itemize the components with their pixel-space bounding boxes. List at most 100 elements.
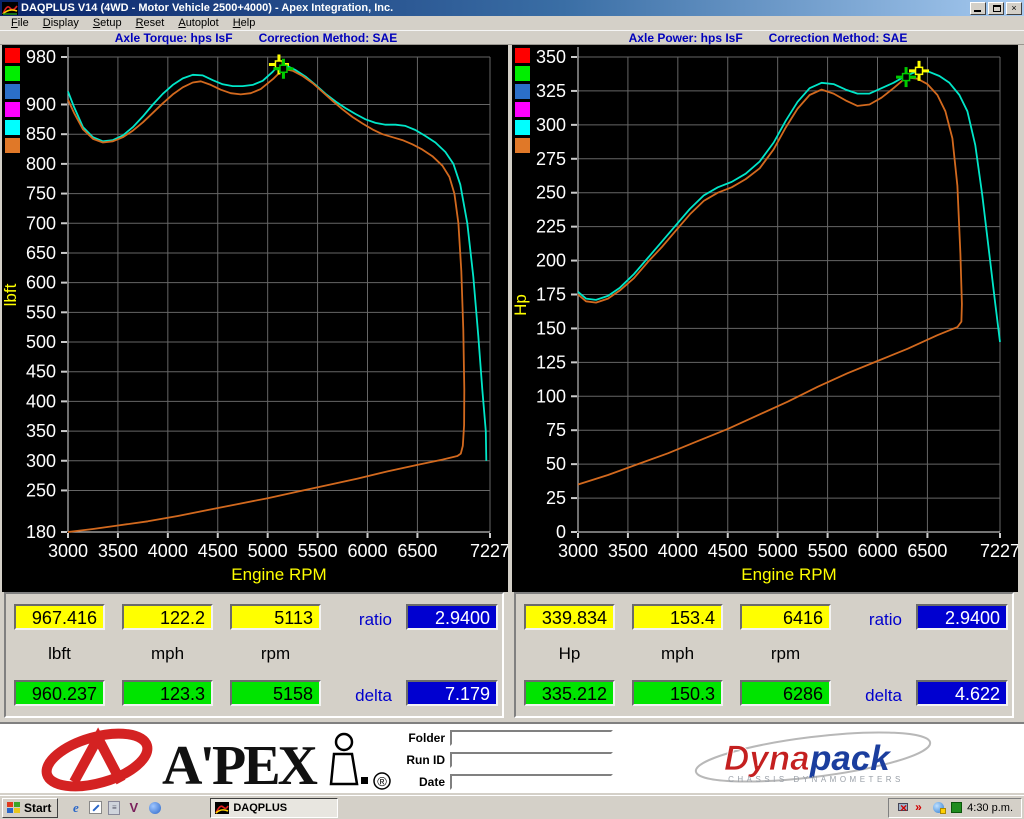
- legend-swatch-3[interactable]: [515, 102, 530, 117]
- torque-current-value: 960.237: [14, 680, 105, 706]
- svg-text:250: 250: [536, 183, 566, 203]
- svg-text:650: 650: [26, 243, 56, 263]
- menu-autoplot[interactable]: Autoplot: [171, 17, 225, 29]
- power-peak-value: 339.834: [524, 604, 615, 630]
- svg-text:300: 300: [26, 451, 56, 471]
- power-correction-method: Correction Method: SAE: [769, 31, 908, 45]
- power-chart-title: Axle Power: hps IsF: [629, 31, 743, 45]
- start-button[interactable]: Start: [2, 798, 58, 818]
- power-peak-rpm: 6416: [740, 604, 831, 630]
- menu-setup[interactable]: Setup: [86, 17, 129, 29]
- torque-plot[interactable]: lbft 98090085080075070065060055050045040…: [2, 45, 508, 592]
- torque-correction-method: Correction Method: SAE: [259, 31, 398, 45]
- svg-text:6000: 6000: [347, 541, 387, 561]
- torque-ratio-label: ratio: [334, 610, 392, 630]
- restore-button[interactable]: [988, 2, 1004, 15]
- svg-text:5000: 5000: [758, 541, 798, 561]
- apexi-i-head: [336, 734, 352, 750]
- legend-swatch-2[interactable]: [5, 84, 20, 99]
- svg-text:3000: 3000: [558, 541, 598, 561]
- svg-text:6500: 6500: [907, 541, 947, 561]
- menu-display[interactable]: Display: [36, 17, 86, 29]
- svg-text:850: 850: [26, 124, 56, 144]
- torque-chart-title: Axle Torque: hps IsF: [115, 31, 233, 45]
- minimize-button[interactable]: [970, 2, 986, 15]
- update-notifier-icon[interactable]: [933, 801, 946, 814]
- legend-swatch-0[interactable]: [5, 48, 20, 63]
- date-label: Date: [390, 775, 450, 789]
- runid-input[interactable]: [450, 752, 613, 768]
- messenger-icon[interactable]: [147, 800, 162, 815]
- dynapack-caption: CHASSIS DYNAMOMETERS: [728, 775, 904, 784]
- taskbar: Start e ≡ V DAQPLUS × »: [0, 795, 1024, 819]
- power-corrected: [578, 71, 1000, 342]
- svg-text:800: 800: [26, 154, 56, 174]
- svg-text:600: 600: [26, 273, 56, 293]
- torque-delta-label: delta: [334, 686, 392, 706]
- legend-swatch-5[interactable]: [515, 138, 530, 153]
- svg-text:100: 100: [536, 386, 566, 406]
- legend-swatch-3[interactable]: [5, 102, 20, 117]
- title-bar: DAQPLUS V14 (4WD - Motor Vehicle 2500+40…: [0, 0, 1024, 16]
- offline-status-icon[interactable]: ×: [897, 801, 910, 814]
- svg-text:500: 500: [26, 332, 56, 352]
- desktop-shortcut-icon[interactable]: [89, 801, 102, 814]
- torque-readout-panel: 967.416 122.2 5113 ratio 2.9400 lbft mph…: [4, 592, 504, 718]
- windows-logo-icon: [7, 802, 21, 814]
- svg-text:3500: 3500: [608, 541, 648, 561]
- power-plot[interactable]: Hp 3503253002752502252001751501251007550…: [512, 45, 1018, 592]
- power-readout-panel: 339.834 153.4 6416 ratio 2.9400 Hp mph r…: [514, 592, 1014, 718]
- menu-file[interactable]: File: [4, 17, 36, 29]
- svg-text:7227: 7227: [470, 541, 508, 561]
- folder-label: Folder: [390, 731, 450, 745]
- legend-swatch-5[interactable]: [5, 138, 20, 153]
- svg-text:75: 75: [546, 420, 566, 440]
- svg-text:125: 125: [536, 352, 566, 372]
- torque-current-rpm: 5158: [230, 680, 321, 706]
- start-label: Start: [24, 801, 51, 815]
- close-button[interactable]: ×: [1006, 2, 1022, 15]
- restore-icon: [993, 5, 1001, 12]
- media-player-icon[interactable]: V: [126, 800, 141, 815]
- safety-monitor-icon[interactable]: [951, 802, 962, 813]
- svg-text:350: 350: [26, 421, 56, 441]
- app-icon: [2, 2, 18, 15]
- torque-peak-value: 967.416: [14, 604, 105, 630]
- svg-text:50: 50: [546, 454, 566, 474]
- legend-swatch-4[interactable]: [5, 120, 20, 135]
- legend-swatch-0[interactable]: [515, 48, 530, 63]
- menu-reset[interactable]: Reset: [129, 17, 172, 29]
- power-delta-label: delta: [844, 686, 902, 706]
- internet-explorer-icon[interactable]: e: [68, 800, 83, 815]
- power-current-value: 335.212: [524, 680, 615, 706]
- dynapack-pack: pack: [809, 739, 891, 778]
- torque-reference: [68, 69, 464, 532]
- apex-wordmark: A'PEX: [162, 735, 318, 792]
- svg-text:400: 400: [26, 391, 56, 411]
- fast-user-icon[interactable]: »: [915, 801, 928, 814]
- legend-swatch-1[interactable]: [515, 66, 530, 81]
- svg-text:225: 225: [536, 217, 566, 237]
- system-tray: × » 4:30 p.m.: [888, 798, 1022, 818]
- power-chart-panel: Hp 3503253002752502252001751501251007550…: [512, 45, 1018, 592]
- svg-text:4000: 4000: [148, 541, 188, 561]
- legend-swatch-1[interactable]: [5, 66, 20, 81]
- svg-text:6000: 6000: [857, 541, 897, 561]
- power-ratio-label: ratio: [844, 610, 902, 630]
- torque-current-mph: 123.3: [122, 680, 213, 706]
- menu-help[interactable]: Help: [226, 17, 263, 29]
- svg-text:0: 0: [556, 522, 566, 542]
- date-input[interactable]: [450, 774, 613, 790]
- document-icon[interactable]: ≡: [108, 801, 120, 815]
- quick-launch: e ≡ V: [68, 800, 162, 815]
- legend-swatch-4[interactable]: [515, 120, 530, 135]
- power-mph-label: mph: [632, 644, 723, 664]
- torque-rpm-label: rpm: [230, 644, 321, 664]
- legend-swatch-2[interactable]: [515, 84, 530, 99]
- torque-mph-label: mph: [122, 644, 213, 664]
- daqplus-task-label: DAQPLUS: [233, 802, 287, 814]
- svg-text:750: 750: [26, 184, 56, 204]
- taskbar-daqplus-button[interactable]: DAQPLUS: [210, 798, 338, 818]
- svg-text:150: 150: [536, 318, 566, 338]
- folder-input[interactable]: [450, 730, 613, 746]
